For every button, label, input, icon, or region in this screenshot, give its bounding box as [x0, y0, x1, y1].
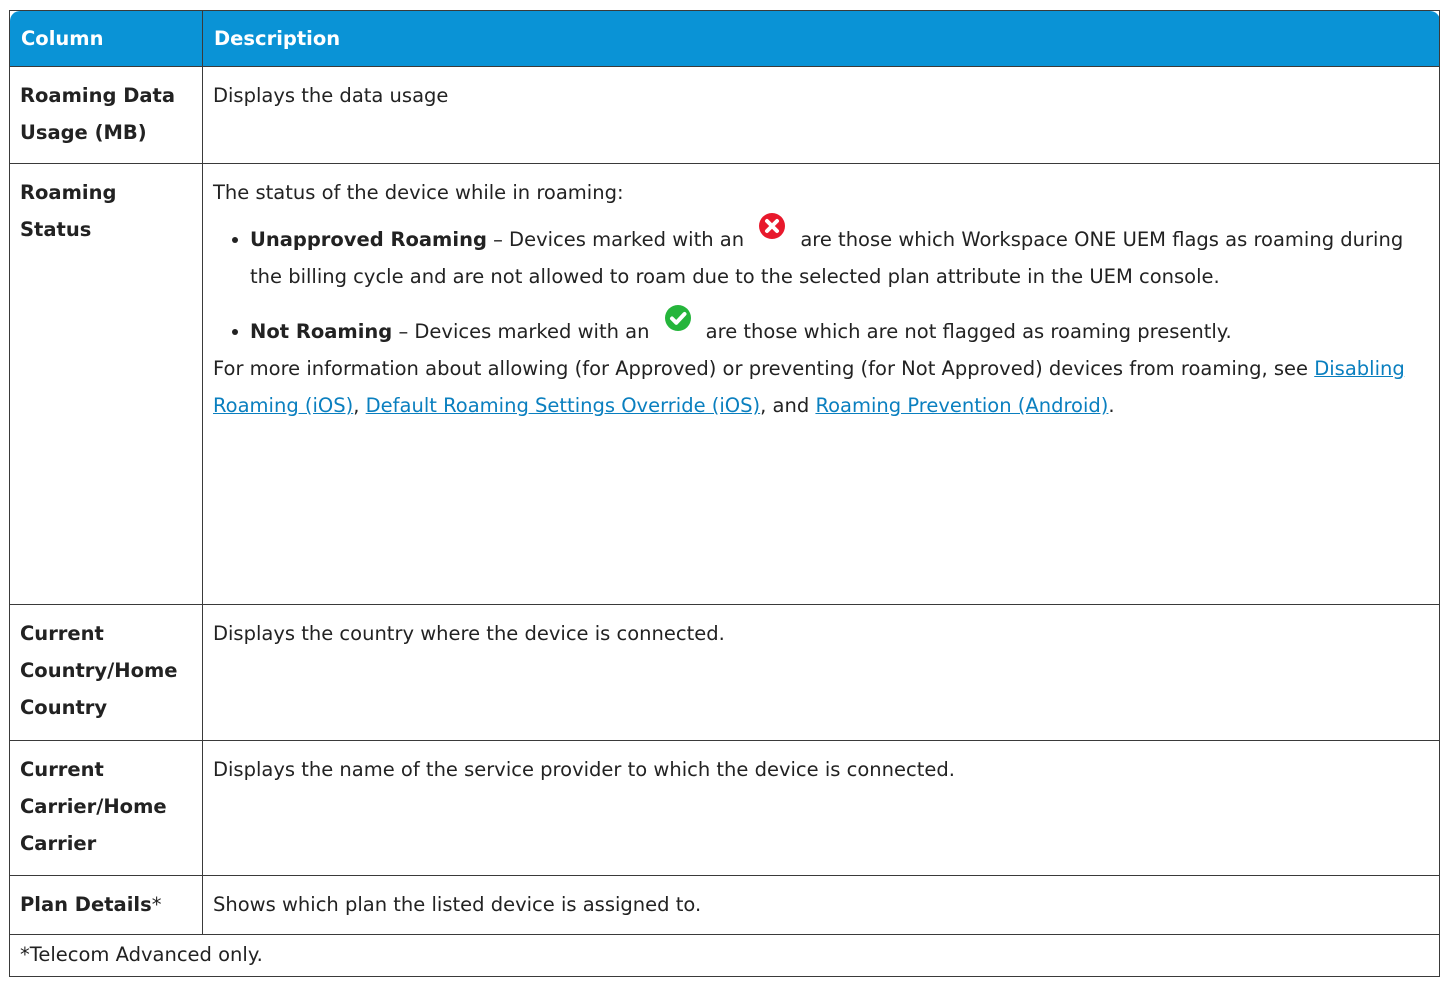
green-check-circle-icon — [664, 304, 692, 332]
row-name: Current Country/Home Country — [9, 604, 203, 741]
roaming-status-list: Unapproved Roaming – Devices marked with… — [213, 213, 1425, 350]
list-item: Unapproved Roaming – Devices marked with… — [213, 213, 1425, 295]
row-name: Roaming Status — [9, 163, 203, 606]
header-column: Column — [9, 10, 203, 67]
bullet-text: – Devices marked with an — [392, 320, 656, 344]
row-name: Roaming Data Usage (MB) — [9, 65, 203, 165]
default-roaming-override-ios-link[interactable]: Default Roaming Settings Override (iOS) — [366, 394, 760, 417]
row-description: Displays the country where the device is… — [202, 604, 1440, 741]
bullet-term: Unapproved Roaming — [250, 228, 487, 252]
table-row: Plan Details* Shows which plan the liste… — [9, 874, 1440, 935]
row-description: Shows which plan the listed device is as… — [202, 874, 1440, 935]
header-description: Description — [202, 10, 1440, 67]
footnote-row: *Telecom Advanced only. — [9, 933, 1440, 978]
bullet-term: Not Roaming — [250, 320, 393, 344]
period-text: . — [1108, 394, 1115, 418]
column-description-table: Column Description Roaming Data Usage (M… — [9, 10, 1440, 978]
list-item: Not Roaming – Devices marked with an are… — [213, 305, 1425, 350]
more-info-text: For more information about allowing (for… — [213, 357, 1315, 381]
table-header-row: Column Description — [9, 10, 1440, 67]
red-x-circle-icon — [758, 212, 786, 240]
asterisk: * — [151, 892, 162, 916]
roaming-status-intro: The status of the device while in roamin… — [213, 181, 624, 205]
row-description: Displays the name of the service provide… — [202, 739, 1440, 876]
row-name: Plan Details* — [9, 874, 203, 935]
row-description: Displays the data usage — [202, 65, 1440, 165]
roaming-prevention-android-link[interactable]: Roaming Prevention (Android) — [815, 394, 1108, 417]
bullet-text: are those which are not flagged as roami… — [705, 320, 1232, 344]
more-info-paragraph: For more information about allowing (for… — [213, 350, 1425, 424]
bullet-text: – Devices marked with an — [486, 228, 751, 252]
table-row: Current Country/Home Country Displays th… — [9, 604, 1440, 741]
separator-text: , and — [760, 394, 816, 418]
table-row: Roaming Status The status of the device … — [9, 163, 1440, 606]
table-row: Current Carrier/Home Carrier Displays th… — [9, 739, 1440, 876]
footnote: *Telecom Advanced only. — [9, 933, 1440, 978]
separator-text: , — [353, 394, 366, 418]
row-description: The status of the device while in roamin… — [202, 163, 1440, 606]
row-name: Current Carrier/Home Carrier — [9, 739, 203, 876]
row-name-text: Plan Details — [20, 892, 152, 916]
table-row: Roaming Data Usage (MB) Displays the dat… — [9, 65, 1440, 165]
